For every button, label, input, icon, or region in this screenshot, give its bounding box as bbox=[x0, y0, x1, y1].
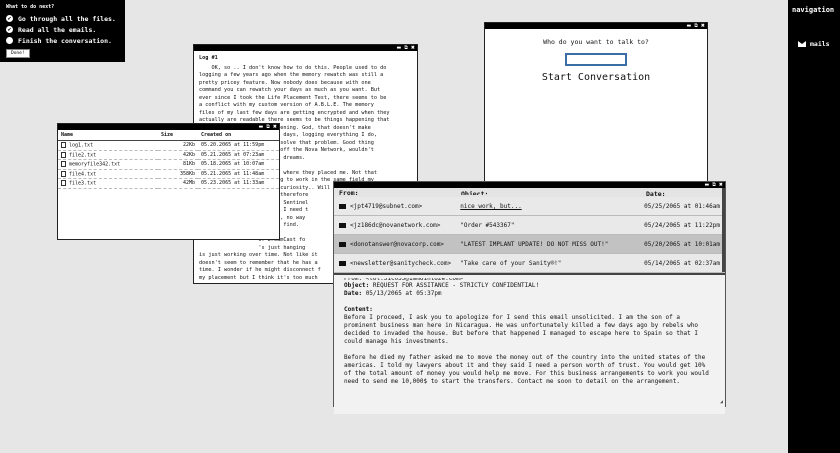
minimize-icon[interactable]: ▬ bbox=[396, 45, 401, 51]
mail-from: <donotanswer@novacorp.com> bbox=[339, 241, 460, 248]
checkbox-empty-icon[interactable] bbox=[6, 37, 13, 44]
envelope-icon bbox=[339, 222, 346, 228]
table-row[interactable]: file2.txt 42Kb 05.21.2065 at 07:23am bbox=[58, 150, 279, 160]
file-created-cell: 05.23.2065 at 11:33am bbox=[198, 178, 279, 189]
file-name-cell: file2.txt bbox=[58, 150, 158, 160]
file-icon bbox=[61, 151, 66, 158]
mail-object: "LATEST IMPLANT UPDATE! DO NOT MISS OUT!… bbox=[460, 240, 609, 248]
detail-paragraph: Before he died my father asked me to mov… bbox=[344, 354, 709, 385]
mail-window: ▬ ⧉ ✖ From: Object: Date: <jpt4719@subne… bbox=[333, 181, 726, 414]
close-icon[interactable]: ✖ bbox=[701, 23, 705, 29]
files-window: ▬ ⧉ ✖ Name Size Created on log1.txt 22Kb 0… bbox=[57, 123, 280, 240]
minimize-icon[interactable]: ▬ bbox=[686, 23, 691, 29]
mail-date: 05/25/2065 at 01:46am bbox=[644, 202, 720, 210]
table-row[interactable]: log1.txt 22Kb 05.20.2065 at 11:59pm bbox=[58, 140, 279, 151]
file-name-cell: memoryfile342.txt bbox=[58, 159, 158, 170]
column-header-name[interactable]: Name bbox=[58, 130, 158, 141]
mail-object: "Take care of your Sanity®!" bbox=[460, 259, 562, 267]
maximize-icon[interactable]: ⧉ bbox=[694, 23, 698, 29]
todo-title: What to do next? bbox=[6, 4, 55, 10]
file-size-cell: 358Kb bbox=[158, 169, 198, 179]
mail-date: 05/24/2065 at 11:22pm bbox=[644, 221, 720, 229]
file-name-cell: log1.txt bbox=[58, 140, 158, 151]
conversation-question: Who do you want to talk to? bbox=[543, 38, 649, 46]
mail-row[interactable]: <donotanswer@novacorp.com> "LATEST IMPLAN… bbox=[334, 235, 725, 254]
contact-input[interactable] bbox=[565, 53, 627, 66]
mail-list: <jpt4719@subnet.com> nice work, but... 05/… bbox=[334, 197, 725, 273]
mail-from: <jz186dc@novanetwork.com> bbox=[339, 222, 460, 229]
table-row[interactable]: memoryfile342.txt 81Kb 05.18.2065 at 10:07… bbox=[58, 159, 279, 170]
todo-item-label: Go through all the files. bbox=[18, 14, 116, 23]
column-header-created[interactable]: Created on bbox=[198, 130, 279, 141]
files-table: Name Size Created on log1.txt 22Kb 05.20.2… bbox=[58, 130, 279, 189]
minimize-icon[interactable]: ▬ bbox=[704, 182, 709, 188]
mail-row[interactable]: <jz186dc@novanetwork.com> "Order #543367"… bbox=[334, 216, 725, 235]
file-icon bbox=[61, 161, 66, 167]
file-name-cell: file4.txt bbox=[58, 169, 158, 179]
todo-item[interactable]: Finish the conversation. bbox=[6, 35, 119, 46]
close-icon[interactable]: ✖ bbox=[719, 182, 723, 188]
minimize-icon[interactable]: ▬ bbox=[258, 124, 263, 130]
mail-detail: From: <lol.31c055@1mmU1ntU2e.com> Object… bbox=[334, 273, 725, 414]
mail-object: "Order #543367" bbox=[460, 221, 515, 229]
mail-date: 05/14/2065 at 02:37am bbox=[644, 259, 720, 267]
start-conversation-button[interactable]: Start Conversation bbox=[485, 72, 707, 83]
envelope-icon bbox=[339, 203, 346, 209]
file-icon bbox=[61, 142, 66, 148]
file-created-cell: 05.21.2065 at 07:23am bbox=[198, 150, 279, 160]
navigation-panel: navigation mails bbox=[788, 0, 840, 453]
done-button[interactable]: Done! bbox=[6, 49, 30, 58]
todo-panel: What to do next? ✔ Go through all the fi… bbox=[0, 0, 125, 62]
conversation-window: ▬ ⧉ ✖ Who do you want to talk to? Start … bbox=[484, 22, 708, 182]
mail-from: <newsletter@sanitycheck.com> bbox=[339, 260, 460, 267]
column-header-object[interactable]: Object: bbox=[461, 190, 646, 195]
column-header-size[interactable]: Size bbox=[158, 130, 198, 141]
log-title: Log #1 bbox=[199, 55, 218, 61]
file-created-cell: 05.18.2065 at 10:07am bbox=[198, 159, 279, 170]
checkbox-checked-icon[interactable]: ✔ bbox=[6, 26, 13, 33]
nav-item-mails[interactable]: mails bbox=[798, 40, 840, 48]
table-row[interactable]: file4.txt 358Kb 05.21.2065 at 11:48am bbox=[58, 169, 279, 179]
mail-row[interactable]: <newsletter@sanitycheck.com> "Take care o… bbox=[334, 254, 725, 273]
maximize-icon[interactable]: ⧉ bbox=[404, 45, 408, 51]
mail-object: nice work, but... bbox=[460, 202, 522, 210]
close-icon[interactable]: ✖ bbox=[273, 124, 277, 130]
mail-from: <jpt4719@subnet.com> bbox=[339, 203, 460, 210]
table-row[interactable]: file3.txt 42Mb 05.23.2065 at 11:33am bbox=[58, 178, 279, 189]
file-icon bbox=[61, 170, 66, 177]
column-header-from[interactable]: From: bbox=[339, 189, 461, 197]
maximize-icon[interactable]: ⧉ bbox=[712, 182, 716, 188]
navigation-title: navigation bbox=[792, 6, 835, 14]
scrollbar[interactable] bbox=[722, 188, 725, 272]
mail-row[interactable]: <jpt4719@subnet.com> nice work, but... 05/… bbox=[334, 197, 725, 216]
detail-date: Date: 05/13/2065 at 05:37pm bbox=[344, 290, 442, 297]
file-created-cell: 05.20.2065 at 11:59pm bbox=[198, 140, 279, 151]
detail-content-label: Content: bbox=[344, 306, 373, 313]
file-size-cell: 42Kb bbox=[158, 150, 198, 160]
resize-grip-icon[interactable]: ◢ bbox=[720, 399, 723, 405]
column-header-date[interactable]: Date: bbox=[646, 190, 720, 198]
close-icon[interactable]: ✖ bbox=[411, 45, 415, 51]
todo-item-label: Finish the conversation. bbox=[18, 36, 112, 45]
checkbox-checked-icon[interactable]: ✔ bbox=[6, 15, 13, 22]
mail-date: 05/20/2065 at 10:01am bbox=[644, 240, 720, 248]
file-icon bbox=[61, 180, 66, 186]
todo-item-label: Read all the emails. bbox=[18, 25, 97, 34]
mail-header: From: Object: Date: bbox=[334, 188, 725, 198]
envelope-icon bbox=[798, 41, 806, 47]
file-size-cell: 22Kb bbox=[158, 140, 198, 151]
envelope-icon bbox=[339, 260, 346, 266]
file-created-cell: 05.21.2065 at 11:48am bbox=[198, 169, 279, 179]
todo-item[interactable]: ✔ Read all the emails. bbox=[6, 24, 119, 35]
file-size-cell: 81Kb bbox=[158, 159, 198, 170]
nav-item-label: mails bbox=[810, 40, 830, 48]
detail-paragraph: Before I proceed, I ask you to apologize… bbox=[344, 314, 699, 345]
file-size-cell: 42Mb bbox=[158, 178, 198, 189]
file-name-cell: file3.txt bbox=[58, 178, 158, 189]
window-titlebar[interactable]: ▬ ⧉ ✖ bbox=[485, 23, 707, 29]
detail-object: Object: REQUEST FOR ASSITANCE - STRICTLY… bbox=[344, 282, 540, 289]
envelope-icon bbox=[339, 241, 346, 247]
todo-item[interactable]: ✔ Go through all the files. bbox=[6, 13, 119, 24]
maximize-icon[interactable]: ⧉ bbox=[266, 124, 270, 130]
